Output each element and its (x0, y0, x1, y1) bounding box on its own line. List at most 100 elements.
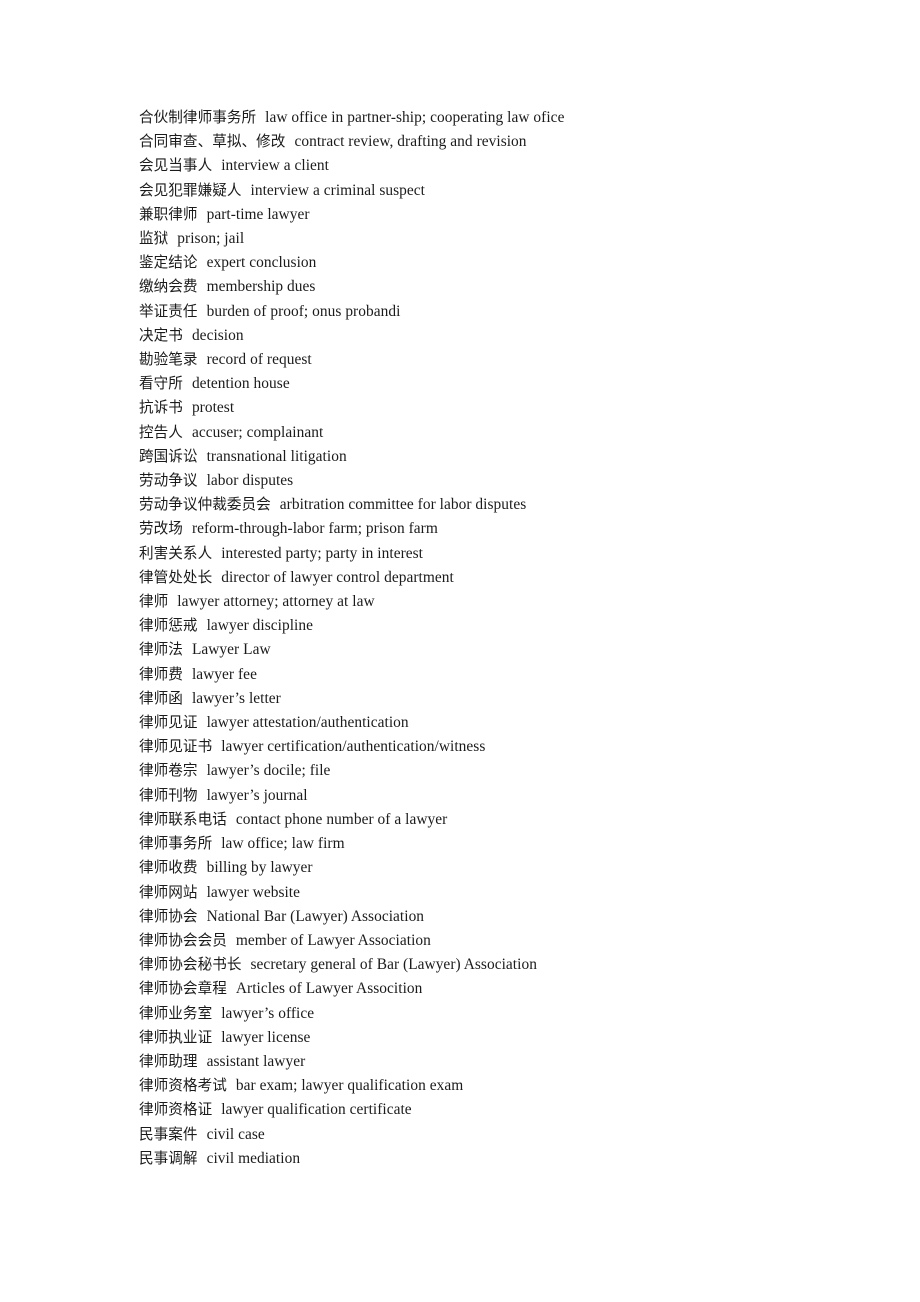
glossary-gloss-english: interview a client (221, 157, 329, 175)
glossary-entry: 鉴定结论 expert conclusion (139, 251, 920, 275)
glossary-gloss-english: expert conclusion (206, 254, 317, 272)
glossary-gloss-english: contact phone number of a lawyer (235, 810, 448, 828)
glossary-term-chinese: 律师协会秘书长 (139, 956, 242, 974)
glossary-gloss-english: decision (191, 326, 244, 344)
glossary-term-chinese: 兼职律师 (139, 205, 198, 223)
glossary-term-chinese: 律师网站 (139, 883, 198, 901)
glossary-entry: 律师法 Lawyer Law (139, 638, 920, 662)
glossary-entry: 律师资格证 lawyer qualification certificate (139, 1098, 920, 1122)
glossary-gloss-english: protest (191, 399, 235, 417)
glossary-entry: 律师 lawyer attorney; attorney at law (139, 590, 920, 614)
glossary-gloss-english: lawyer certification/authentication/witn… (221, 738, 486, 756)
glossary-entry: 律师函 lawyer’s letter (139, 687, 920, 711)
glossary-gloss-english: assistant lawyer (206, 1052, 306, 1070)
glossary-gloss-english: bar exam; lawyer qualification exam (235, 1077, 464, 1095)
glossary-term-chinese: 劳动争议 (139, 472, 198, 490)
glossary-entry: 缴纳会费 membership dues (139, 275, 920, 299)
glossary-term-chinese: 监狱 (139, 230, 169, 248)
glossary-gloss-english: Articles of Lawyer Assocition (235, 980, 423, 998)
glossary-gloss-english: lawyer discipline (206, 617, 313, 635)
glossary-term-chinese: 合同审查、草拟、修改 (139, 133, 286, 151)
glossary-term-chinese: 鉴定结论 (139, 254, 198, 272)
glossary-term-chinese: 律师资格证 (139, 1101, 213, 1119)
glossary-gloss-english: detention house (191, 375, 290, 393)
glossary-gloss-english: civil mediation (206, 1149, 301, 1167)
glossary-term-chinese: 看守所 (139, 375, 183, 393)
glossary-term-chinese: 律师收费 (139, 859, 198, 877)
glossary-entry: 兼职律师 part-time lawyer (139, 203, 920, 227)
glossary-entry: 看守所 detention house (139, 372, 920, 396)
glossary-entry: 举证责任 burden of proof; onus probandi (139, 300, 920, 324)
glossary-gloss-english: reform-through-labor farm; prison farm (191, 520, 438, 538)
glossary-entry: 律师费 lawyer fee (139, 663, 920, 687)
glossary-gloss-english: lawyer website (206, 883, 301, 901)
glossary-gloss-english: transnational litigation (206, 447, 347, 465)
glossary-gloss-english: accuser; complainant (191, 423, 324, 441)
glossary-entry: 律师助理 assistant lawyer (139, 1050, 920, 1074)
glossary-gloss-english: Lawyer Law (191, 641, 271, 659)
glossary-entry: 劳动争议 labor disputes (139, 469, 920, 493)
glossary-term-chinese: 律师刊物 (139, 786, 198, 804)
glossary-entry: 监狱 prison; jail (139, 227, 920, 251)
glossary-term-chinese: 律师业务室 (139, 1004, 213, 1022)
glossary-entry: 律师协会会员 member of Lawyer Association (139, 929, 920, 953)
glossary-term-chinese: 抗诉书 (139, 399, 183, 417)
glossary-entry: 跨国诉讼 transnational litigation (139, 445, 920, 469)
glossary-entry: 律师见证书 lawyer certification/authentication… (139, 735, 920, 759)
glossary-entry: 利害关系人 interested party; party in interest (139, 542, 920, 566)
glossary-term-chinese: 民事案件 (139, 1125, 198, 1143)
glossary-term-chinese: 律师协会会员 (139, 931, 227, 949)
glossary-gloss-english: lawyer attestation/authentication (206, 714, 409, 732)
glossary-gloss-english: contract review, drafting and revision (294, 133, 527, 151)
glossary-entry: 律师见证 lawyer attestation/authentication (139, 711, 920, 735)
glossary-term-chinese: 律师 (139, 593, 169, 611)
glossary-term-chinese: 勘验笔录 (139, 351, 198, 369)
glossary-gloss-english: lawyer’s journal (206, 786, 308, 804)
glossary-entry: 律师资格考试 bar exam; lawyer qualification exa… (139, 1074, 920, 1098)
glossary-term-chinese: 律管处处长 (139, 568, 213, 586)
glossary-gloss-english: law office in partner-ship; cooperating … (265, 109, 565, 126)
glossary-term-chinese: 会见当事人 (139, 157, 213, 175)
glossary-gloss-english: National Bar (Lawyer) Association (206, 907, 425, 925)
glossary-gloss-english: director of lawyer control department (221, 568, 454, 586)
glossary-term-chinese: 律师费 (139, 665, 183, 683)
glossary-gloss-english: interested party; party in interest (221, 544, 423, 562)
glossary-entry: 律师卷宗 lawyer’s docile; file (139, 759, 920, 783)
glossary-entry: 合伙制律师事务所 law office in partner-ship; coop… (139, 106, 920, 130)
glossary-term-chinese: 劳动争议仲裁委员会 (139, 496, 271, 514)
glossary-entry: 律师刊物 lawyer’s journal (139, 784, 920, 808)
glossary-entry: 律师协会章程 Articles of Lawyer Assocition (139, 977, 920, 1001)
glossary-gloss-english: burden of proof; onus probandi (206, 302, 401, 320)
glossary-term-chinese: 律师联系电话 (139, 810, 227, 828)
glossary-gloss-english: lawyer’s office (221, 1004, 315, 1022)
glossary-term-chinese: 律师见证书 (139, 738, 213, 756)
glossary-gloss-english: secretary general of Bar (Lawyer) Associ… (250, 956, 537, 974)
glossary-entry: 律师联系电话 contact phone number of a lawyer (139, 808, 920, 832)
glossary-entry: 民事调解 civil mediation (139, 1147, 920, 1171)
glossary-gloss-english: arbitration committee for labor disputes (279, 496, 527, 514)
glossary-term-chinese: 律师协会 (139, 907, 198, 925)
glossary-term-chinese: 合伙制律师事务所 (139, 109, 257, 126)
glossary-gloss-english: record of request (206, 351, 312, 369)
glossary-entry: 会见当事人 interview a client (139, 154, 920, 178)
glossary-term-chinese: 缴纳会费 (139, 278, 198, 296)
glossary-gloss-english: lawyer license (221, 1028, 311, 1046)
glossary-gloss-english: lawyer qualification certificate (221, 1101, 412, 1119)
glossary-term-chinese: 跨国诉讼 (139, 447, 198, 465)
glossary-term-chinese: 决定书 (139, 326, 183, 344)
glossary-entry: 律师网站 lawyer website (139, 881, 920, 905)
glossary-gloss-english: lawyer attorney; attorney at law (177, 593, 375, 611)
glossary-term-chinese: 律师函 (139, 689, 183, 707)
glossary-entry: 律师收费 billing by lawyer (139, 856, 920, 880)
glossary-gloss-english: part-time lawyer (206, 205, 310, 223)
glossary-term-chinese: 民事调解 (139, 1149, 198, 1167)
glossary-entry: 合同审查、草拟、修改 contract review, drafting and … (139, 130, 920, 154)
glossary-entry: 律师惩戒 lawyer discipline (139, 614, 920, 638)
glossary-gloss-english: lawyer’s letter (191, 689, 281, 707)
glossary-list: 合伙制律师事务所 law office in partner-ship; coop… (139, 106, 920, 1171)
glossary-gloss-english: civil case (206, 1125, 265, 1143)
glossary-entry: 劳改场 reform-through-labor farm; prison far… (139, 517, 920, 541)
glossary-entry: 律师业务室 lawyer’s office (139, 1002, 920, 1026)
glossary-term-chinese: 举证责任 (139, 302, 198, 320)
glossary-gloss-english: law office; law firm (221, 835, 345, 853)
